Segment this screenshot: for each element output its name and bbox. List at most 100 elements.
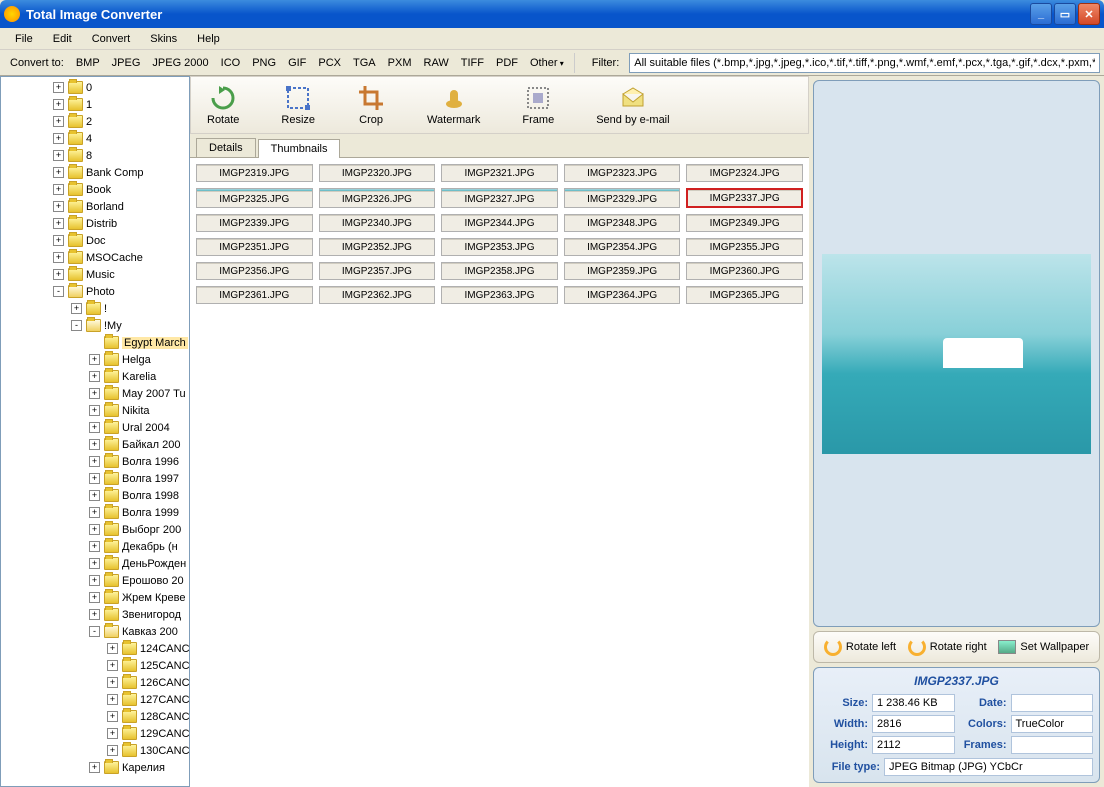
folder-tree[interactable]: +0+1+2+4+8+Bank Comp+Book+Borland+Distri… xyxy=(0,76,190,787)
thumbnail-item[interactable]: IMGP2354.JPG xyxy=(564,238,681,256)
thumbnail-item[interactable]: IMGP2352.JPG xyxy=(319,238,436,256)
tree-toggle-icon[interactable]: + xyxy=(53,252,64,263)
tree-item[interactable]: +MSOCache xyxy=(3,249,187,266)
tree-toggle-icon[interactable]: + xyxy=(89,609,100,620)
thumbnail-item[interactable]: IMGP2329.JPG xyxy=(564,188,681,208)
tree-toggle-icon[interactable]: + xyxy=(53,82,64,93)
maximize-button[interactable]: ▭ xyxy=(1054,3,1076,25)
tree-toggle-icon[interactable]: + xyxy=(53,269,64,280)
format-jpeg2000[interactable]: JPEG 2000 xyxy=(146,54,214,72)
tree-item[interactable]: +Music xyxy=(3,266,187,283)
tree-toggle-icon[interactable]: - xyxy=(89,626,100,637)
tree-toggle-icon[interactable]: - xyxy=(53,286,64,297)
close-button[interactable]: ✕ xyxy=(1078,3,1100,25)
tree-item[interactable]: +130CANC xyxy=(3,742,187,759)
tree-toggle-icon[interactable]: + xyxy=(89,592,100,603)
tree-toggle-icon[interactable]: + xyxy=(107,728,118,739)
tree-toggle-icon[interactable]: + xyxy=(89,507,100,518)
tree-item[interactable]: -!My xyxy=(3,317,187,334)
format-other[interactable]: Other ▾ xyxy=(524,54,570,72)
tree-item[interactable]: +Book xyxy=(3,181,187,198)
tree-item[interactable]: +Ural 2004 xyxy=(3,419,187,436)
tree-toggle-icon[interactable]: + xyxy=(89,541,100,552)
tree-item[interactable]: +Doc xyxy=(3,232,187,249)
tree-item[interactable]: +Helga xyxy=(3,351,187,368)
rotate-left-button[interactable]: Rotate left xyxy=(820,636,900,658)
menu-help[interactable]: Help xyxy=(188,31,229,47)
watermark-button[interactable]: Watermark xyxy=(421,82,486,128)
thumbnail-item[interactable]: IMGP2319.JPG xyxy=(196,164,313,182)
thumbnail-item[interactable]: IMGP2339.JPG xyxy=(196,214,313,232)
menu-edit[interactable]: Edit xyxy=(44,31,81,47)
tree-item[interactable]: Egypt March xyxy=(3,334,187,351)
thumbnail-item[interactable]: IMGP2365.JPG xyxy=(686,286,803,304)
tree-toggle-icon[interactable]: + xyxy=(89,762,100,773)
tree-item[interactable]: +8 xyxy=(3,147,187,164)
tree-item[interactable]: +2 xyxy=(3,113,187,130)
tab-thumbnails[interactable]: Thumbnails xyxy=(258,139,341,158)
tree-item[interactable]: +Карелия xyxy=(3,759,187,776)
tree-item[interactable]: +Волга 1998 xyxy=(3,487,187,504)
format-jpeg[interactable]: JPEG xyxy=(106,54,147,72)
tree-item[interactable]: +0 xyxy=(3,79,187,96)
tree-item[interactable]: +ДеньРожден xyxy=(3,555,187,572)
format-png[interactable]: PNG xyxy=(246,54,282,72)
thumbnail-item[interactable]: IMGP2320.JPG xyxy=(319,164,436,182)
tree-item[interactable]: +Жрем Креве xyxy=(3,589,187,606)
tree-toggle-icon[interactable]: + xyxy=(53,150,64,161)
menu-file[interactable]: File xyxy=(6,31,42,47)
tree-item[interactable]: +Волга 1996 xyxy=(3,453,187,470)
tree-toggle-icon[interactable]: + xyxy=(107,694,118,705)
tree-item[interactable]: +Ерошово 20 xyxy=(3,572,187,589)
thumbnail-item[interactable]: IMGP2324.JPG xyxy=(686,164,803,182)
tree-item[interactable]: +Звенигород xyxy=(3,606,187,623)
tree-item[interactable]: +May 2007 Tu xyxy=(3,385,187,402)
tree-toggle-icon[interactable]: + xyxy=(107,660,118,671)
tree-toggle-icon[interactable]: + xyxy=(89,439,100,450)
tree-toggle-icon[interactable]: + xyxy=(107,677,118,688)
tree-toggle-icon[interactable]: + xyxy=(53,116,64,127)
minimize-button[interactable]: _ xyxy=(1030,3,1052,25)
tree-item[interactable]: +125CANC xyxy=(3,657,187,674)
tree-toggle-icon[interactable]: + xyxy=(89,558,100,569)
format-ico[interactable]: ICO xyxy=(215,54,247,72)
tree-item[interactable]: +Nikita xyxy=(3,402,187,419)
tree-item[interactable]: +Декабрь (н xyxy=(3,538,187,555)
tree-item[interactable]: +4 xyxy=(3,130,187,147)
thumbnail-item[interactable]: IMGP2326.JPG xyxy=(319,188,436,208)
tree-toggle-icon[interactable]: + xyxy=(89,388,100,399)
resize-button[interactable]: Resize xyxy=(275,82,321,128)
tree-toggle-icon[interactable]: + xyxy=(89,371,100,382)
thumbnail-item[interactable]: IMGP2359.JPG xyxy=(564,262,681,280)
tree-item[interactable]: +Borland xyxy=(3,198,187,215)
tree-item[interactable]: +1 xyxy=(3,96,187,113)
format-pdf[interactable]: PDF xyxy=(490,54,524,72)
thumbnail-grid[interactable]: IMGP2319.JPGIMGP2320.JPGIMGP2321.JPGIMGP… xyxy=(190,158,809,787)
tree-item[interactable]: +124CANC xyxy=(3,640,187,657)
tree-item[interactable]: +Волга 1999 xyxy=(3,504,187,521)
thumbnail-item[interactable]: IMGP2323.JPG xyxy=(564,164,681,182)
tree-toggle-icon[interactable]: + xyxy=(53,99,64,110)
tree-toggle-icon[interactable]: + xyxy=(53,184,64,195)
thumbnail-item[interactable]: IMGP2356.JPG xyxy=(196,262,313,280)
tree-toggle-icon[interactable]: + xyxy=(53,201,64,212)
frame-button[interactable]: Frame xyxy=(516,82,560,128)
tree-toggle-icon[interactable]: + xyxy=(89,405,100,416)
tree-toggle-icon[interactable]: + xyxy=(107,643,118,654)
email-button[interactable]: Send by e-mail xyxy=(590,82,675,128)
tree-item[interactable]: +Выборг 200 xyxy=(3,521,187,538)
tree-item[interactable]: +! xyxy=(3,300,187,317)
thumbnail-item[interactable]: IMGP2353.JPG xyxy=(441,238,558,256)
format-raw[interactable]: RAW xyxy=(418,54,455,72)
tree-toggle-icon[interactable]: + xyxy=(107,745,118,756)
tree-toggle-icon[interactable]: + xyxy=(89,524,100,535)
tree-toggle-icon[interactable]: + xyxy=(53,167,64,178)
thumbnail-item[interactable]: IMGP2325.JPG xyxy=(196,188,313,208)
tree-toggle-icon[interactable]: + xyxy=(53,133,64,144)
thumbnail-item[interactable]: IMGP2355.JPG xyxy=(686,238,803,256)
tree-item[interactable]: +128CANC xyxy=(3,708,187,725)
tree-item[interactable]: -Photo xyxy=(3,283,187,300)
thumbnail-item[interactable]: IMGP2349.JPG xyxy=(686,214,803,232)
thumbnail-item[interactable]: IMGP2340.JPG xyxy=(319,214,436,232)
format-tga[interactable]: TGA xyxy=(347,54,382,72)
